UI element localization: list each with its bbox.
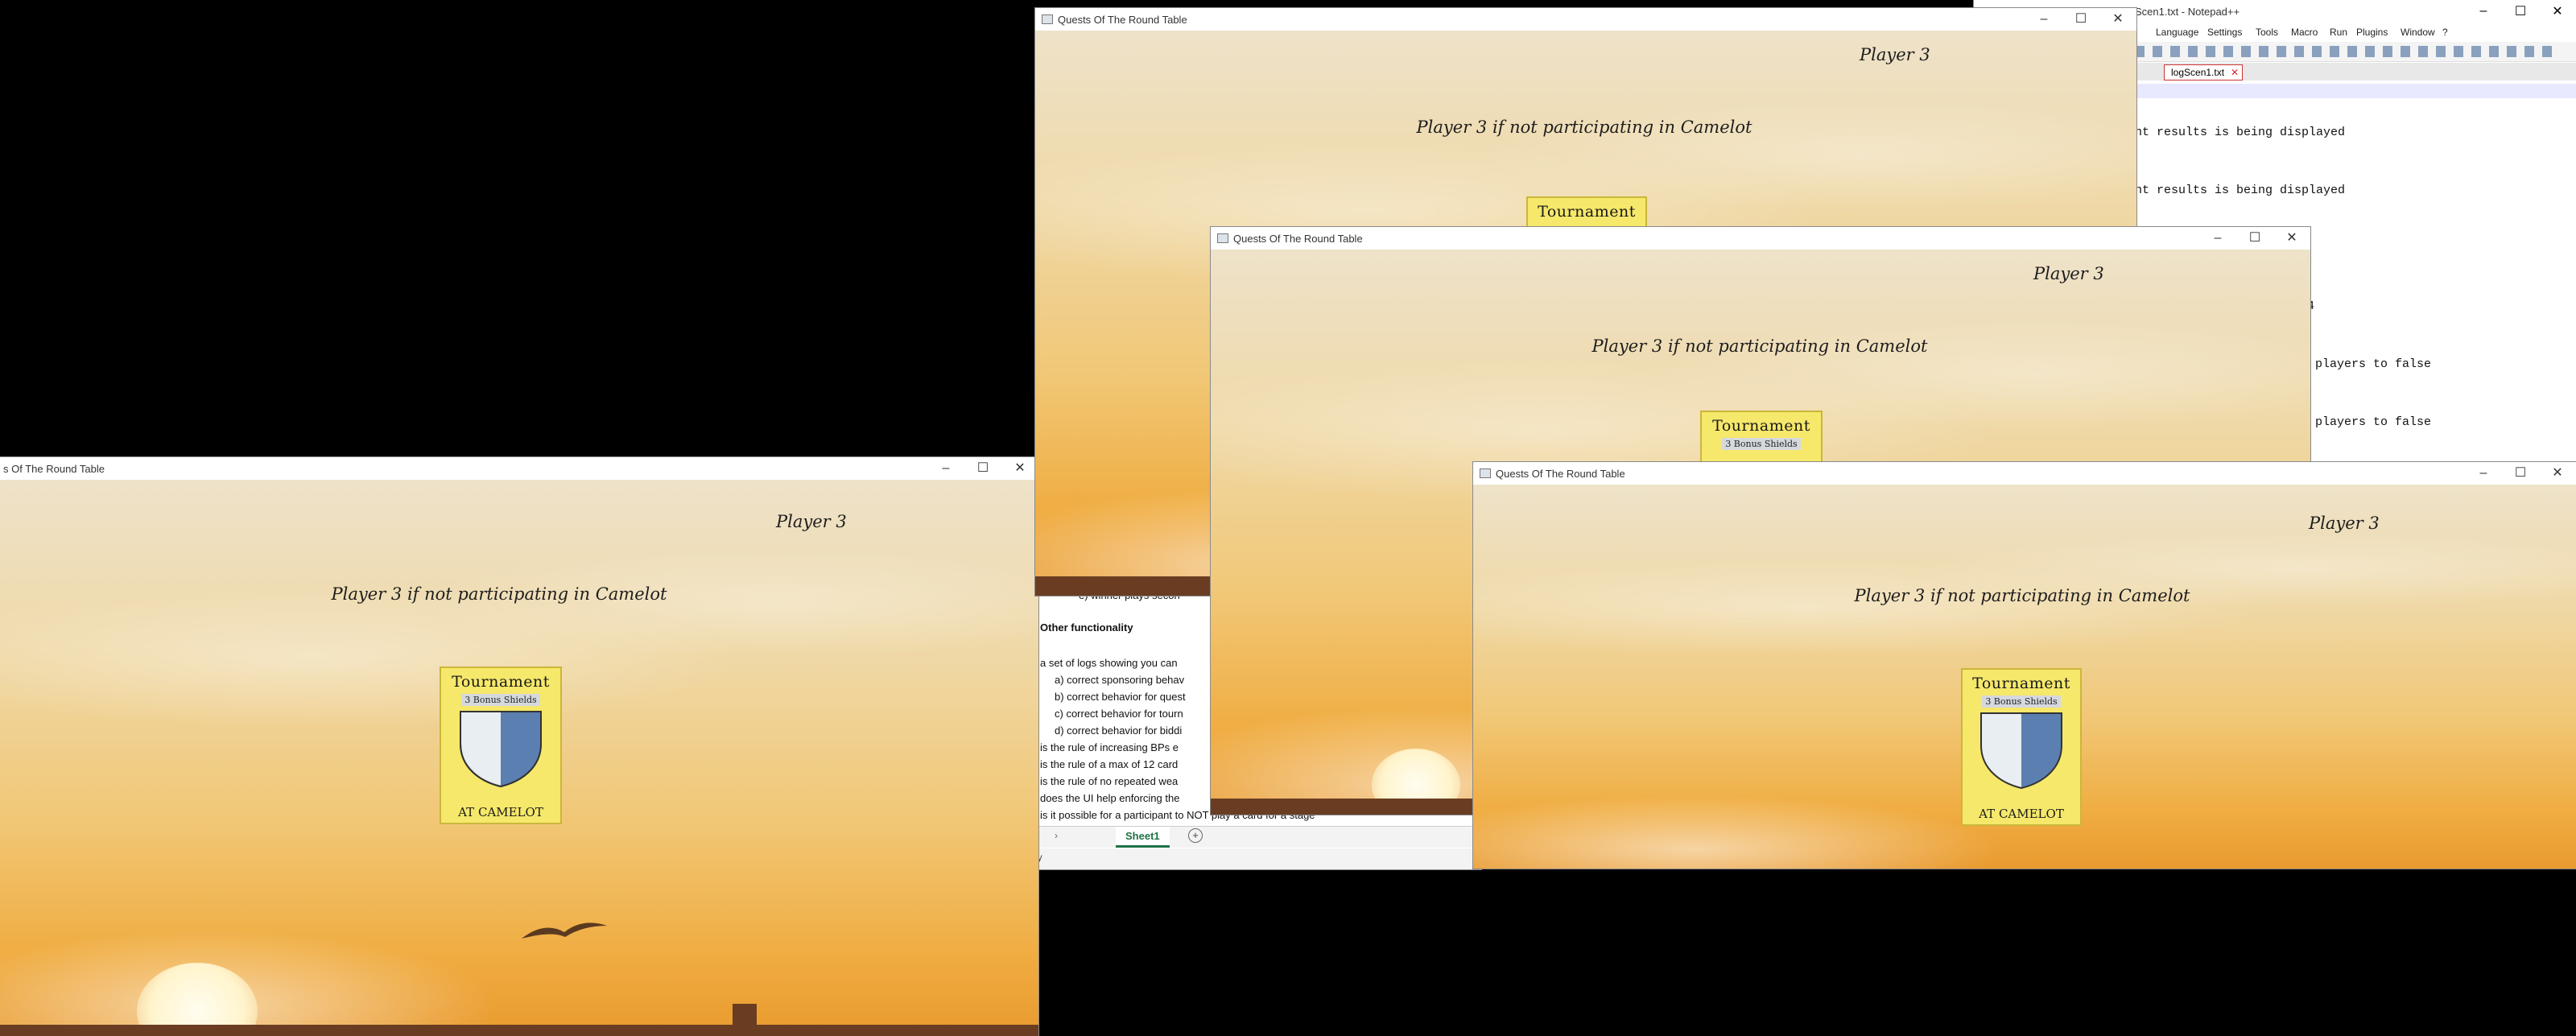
card-title: Tournament [1538,203,1636,221]
card-title: Tournament [1972,675,2070,692]
minimize-button[interactable]: – [927,457,964,480]
cell-text: a set of logs showing you can [1040,657,1178,669]
menu-item-run[interactable]: Run [2330,27,2347,38]
player-label: Player 3 [2033,264,2104,283]
tournament-card[interactable]: Tournament 3 Bonus Shields AT CAMELOT [1961,668,2082,826]
menu-item-help[interactable]: ? [2442,27,2448,38]
maximize-button[interactable]: ☐ [2502,3,2539,19]
game-board[interactable]: Player 3 Player 3 if not participating i… [1473,485,2576,869]
player-label: Player 3 [776,512,847,531]
titlebar: s Of The Round Table – ☐ ✕ [0,457,1038,480]
maximize-button[interactable]: ☐ [2502,462,2539,485]
titlebar: Quests Of The Round Table – ☐ ✕ [1035,8,2136,31]
close-button[interactable]: ✕ [2539,462,2576,485]
city-silhouette [0,1025,1038,1036]
card-title: Tournament [452,673,550,691]
app-icon [1480,468,1491,478]
player-label: Player 3 [1860,45,1930,64]
bird-icon [522,922,607,939]
player-label: Player 3 [2309,514,2380,533]
toolbar-icons [2135,46,2553,57]
card-bonus: 3 Bonus Shields [1982,695,2061,708]
window-title: s Of The Round Table [3,462,105,475]
tournament-card[interactable]: Tournament 3 Bonus Shields AT CAMELOT [440,667,562,824]
menu-item-macro[interactable]: Macro [2291,27,2318,38]
cell-text: d) correct behavior for biddi [1055,724,1183,737]
maximize-button[interactable]: ☐ [964,457,1001,480]
status-message: Player 3 if not participating in Camelot [331,584,667,604]
notepadpp-title: Scen1.txt - Notepad++ [2135,5,2240,18]
menu-item-language[interactable]: Language [2156,27,2198,38]
game-window-right: Quests Of The Round Table – ☐ ✕ Player 3… [1473,462,2576,869]
window-title: Quests Of The Round Table [1496,467,1625,480]
tower [733,1004,757,1036]
tab-logscen1[interactable]: logScen1.txt ✕ [2164,64,2244,80]
shield-icon [1980,712,2062,790]
card-footer: AT CAMELOT [458,805,543,819]
close-button[interactable]: ✕ [2273,227,2310,250]
card-bonus: 3 Bonus Shields [461,694,540,706]
shield-icon [460,711,542,788]
cell-text: is the rule of a max of 12 card [1040,758,1179,770]
close-button[interactable]: ✕ [1001,457,1038,480]
cell-text: is the rule of increasing BPs e [1040,741,1179,753]
titlebar: Quests Of The Round Table – ☐ ✕ [1211,227,2310,250]
minimize-button[interactable]: – [2199,227,2236,250]
window-title: Quests Of The Round Table [1233,232,1363,245]
cell-text: Other functionality [1040,621,1133,634]
app-icon [1217,233,1228,243]
menu-item-tools[interactable]: Tools [2256,27,2278,38]
sheet-tabbar: ‹ › Sheet1 + [1030,826,1481,848]
close-icon[interactable]: ✕ [2231,65,2239,80]
close-button[interactable]: ✕ [2099,8,2136,31]
game-board[interactable]: Player 3 Player 3 if not participating i… [0,480,1038,1036]
editor-line: nt results is being displayed [2135,126,2346,139]
add-sheet-icon[interactable]: + [1188,828,1203,843]
cell-text: does the UI help enforcing the [1040,792,1180,804]
editor-line: players to false [2315,357,2432,371]
editor-line: players to false [2315,415,2432,429]
menu-item-plugins[interactable]: Plugins [2356,27,2388,38]
cell-text: b) correct behavior for quest [1055,691,1186,703]
window-title: Quests Of The Round Table [1058,13,1187,26]
minimize-button[interactable]: – [2465,4,2502,19]
minimize-button[interactable]: – [2465,462,2502,485]
cell-text: a) correct sponsoring behav [1055,674,1185,686]
cell-text: c) correct behavior for tourn [1055,708,1183,720]
maximize-button[interactable]: ☐ [2236,227,2273,250]
close-button[interactable]: ✕ [2539,3,2576,19]
minimize-button[interactable]: – [2025,8,2062,31]
menu-item-settings[interactable]: Settings [2207,27,2242,38]
game-window-left: s Of The Round Table – ☐ ✕ Player 3 Play… [0,457,1038,1036]
sheet-tab-sheet1[interactable]: Sheet1 [1116,827,1170,848]
menu-item-window[interactable]: Window [2401,27,2435,38]
card-bonus: 3 Bonus Shields [1722,438,1801,450]
editor-line: nt results is being displayed [2135,184,2346,197]
tab-label: logScen1.txt [2171,67,2225,78]
card-title: Tournament [1712,417,1810,435]
status-message: Player 3 if not participating in Camelot [1854,586,2190,605]
scroll-right-icon[interactable]: › [1055,830,1058,841]
card-footer: AT CAMELOT [1979,807,2064,821]
app-icon [1042,14,1053,24]
maximize-button[interactable]: ☐ [2062,8,2099,31]
status-bar: dy [1030,848,1481,869]
status-message: Player 3 if not participating in Camelot [1591,336,1928,356]
status-message: Player 3 if not participating in Camelot [1416,118,1752,137]
titlebar: Quests Of The Round Table – ☐ ✕ [1473,462,2576,485]
cell-text: is the rule of no repeated wea [1040,775,1179,787]
